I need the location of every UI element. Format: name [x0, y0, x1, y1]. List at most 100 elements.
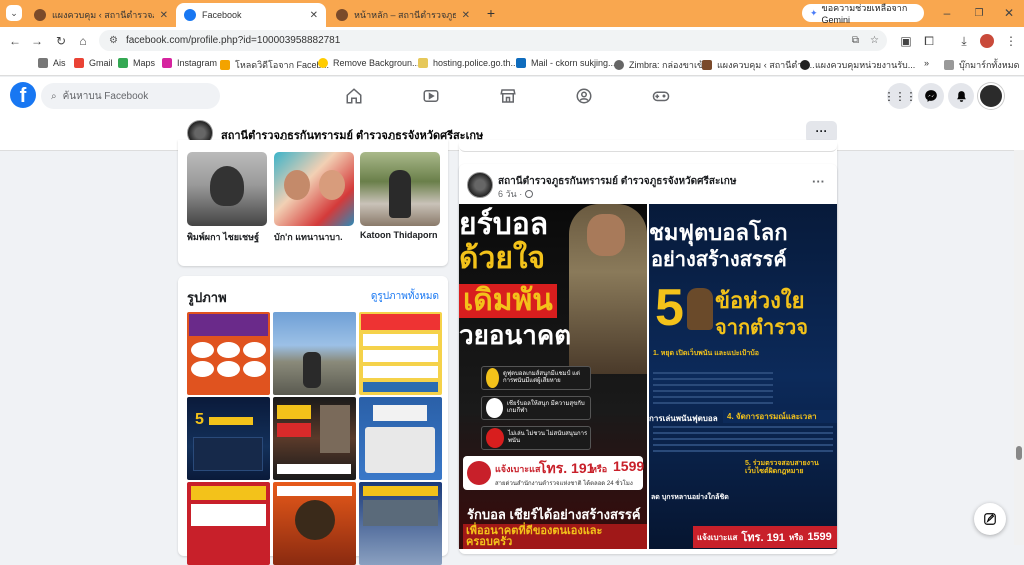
- poster-right-number: 5: [655, 279, 684, 337]
- friend-name[interactable]: บัก'ก แทนานาบา.: [274, 230, 354, 244]
- bookmark-control-panel[interactable]: แผงควบคุม ‹ สถานีตำร...: [702, 58, 815, 72]
- bookmark-remove-bg[interactable]: Remove Backgroun...: [318, 58, 420, 68]
- police-mascot-icon: [687, 288, 713, 330]
- post-image-right[interactable]: ชมฟุตบอลโลก อย่างสร้างสรรค์ 5 ข้อห่วงใย …: [649, 204, 837, 549]
- bookmark-gmail[interactable]: Gmail: [74, 58, 113, 68]
- tab-title: แผงควบคุม ‹ สถานีตำรวจภูธรกันทรารมย์: [52, 10, 154, 20]
- close-icon[interactable]: ✕: [310, 10, 318, 21]
- post-more-icon[interactable]: ···: [812, 174, 825, 189]
- gemini-button[interactable]: ✦ ขอความช่วยเหลือจาก Gemini: [802, 3, 924, 25]
- friend-item[interactable]: พิมพ์ผกา ไชยเชษฐ์: [187, 152, 267, 244]
- bookmark-instagram[interactable]: Instagram: [162, 58, 217, 68]
- bookmark-label: โหลดวิดีโอจาก Faceb...: [235, 60, 330, 70]
- photo-thumbnail[interactable]: [273, 397, 356, 480]
- home-nav-icon[interactable]: [343, 85, 365, 107]
- menu-kebab-icon[interactable]: ⋮: [1002, 32, 1020, 50]
- poster-right-item-5: ลด บุกรหลานอย่างใกล้ชิด: [651, 494, 729, 501]
- restore-icon[interactable]: ❐: [970, 4, 988, 22]
- all-bookmarks-button[interactable]: บุ๊กมาร์กทั้งหมด: [944, 58, 1019, 72]
- globe-icon: [525, 190, 534, 198]
- bookmark-label: Maps: [133, 58, 156, 68]
- account-avatar[interactable]: [978, 83, 1004, 109]
- groups-nav-icon[interactable]: [573, 85, 595, 107]
- browser-tab-1[interactable]: แผงควบคุม ‹ สถานีตำรวจภูธรกันทรารมย์ ✕: [26, 3, 176, 27]
- friend-item[interactable]: บัก'ก แทนานาบา.: [274, 152, 354, 244]
- poster-right-headline-1: ชมฟุตบอลโลก: [649, 220, 788, 245]
- friend-photo[interactable]: [187, 152, 267, 226]
- friend-name[interactable]: Katoon Thidaporn: [360, 230, 440, 240]
- photo-thumbnail[interactable]: [273, 482, 356, 565]
- photo-thumbnail[interactable]: [273, 312, 356, 395]
- home-icon[interactable]: ⌂: [74, 32, 92, 50]
- facebook-search-input[interactable]: ⌕ ค้นหาบน Facebook: [41, 83, 220, 109]
- bookmark-video-downloader[interactable]: โหลดวิดีโอจาก Faceb...: [220, 58, 329, 72]
- post-author-avatar[interactable]: [467, 172, 493, 198]
- messenger-icon[interactable]: [918, 83, 944, 109]
- poster-headline-1: ยร์บอล: [459, 208, 549, 241]
- address-bar[interactable]: ⚙ facebook.com/profile.php?id=1000039588…: [99, 30, 887, 51]
- post-card: สถานีตำรวจภูธรกันทรารมย์ ตำรวจภูธรจังหวั…: [459, 164, 837, 554]
- site-info-icon[interactable]: ⚙: [109, 35, 118, 46]
- post-author-name[interactable]: สถานีตำรวจภูธรกันทรารมย์ ตำรวจภูธรจังหวั…: [498, 174, 736, 189]
- photo-thumbnail[interactable]: [359, 312, 442, 395]
- maps-icon: [118, 58, 128, 68]
- back-arrow-icon[interactable]: ←: [6, 32, 24, 50]
- poster-bullet-2: เชียร์บอลให้สนุก มีความสุขกับเกมกีฬา: [481, 396, 591, 420]
- bookmark-ais[interactable]: Ais: [38, 58, 66, 68]
- marketplace-nav-icon[interactable]: [497, 85, 519, 107]
- friend-photo[interactable]: [274, 152, 354, 226]
- new-message-button[interactable]: [974, 503, 1006, 535]
- video-nav-icon[interactable]: [420, 85, 442, 107]
- window-close-icon[interactable]: ✕: [1000, 4, 1018, 22]
- download-icon[interactable]: ⤓: [955, 32, 973, 50]
- bookmark-maps[interactable]: Maps: [118, 58, 155, 68]
- friend-name[interactable]: พิมพ์ผกา ไชยเชษฐ์: [187, 230, 267, 244]
- photo-thumbnail[interactable]: [187, 312, 270, 395]
- photo-thumbnail[interactable]: [359, 482, 442, 565]
- bookmark-hosting[interactable]: hosting.police.go.th...: [418, 58, 518, 68]
- bookmarks-overflow-button[interactable]: »: [924, 58, 929, 68]
- bookmark-control-panel-2[interactable]: แผงควบคุมหน่วยงานรับ...: [800, 58, 915, 72]
- poster-bullet-text: ดูฟุตบอลเกมส์สนุกมีแชมป์ แต่การพนันมีแต่…: [502, 370, 580, 384]
- poster-headline-3: เดิมพัน: [459, 284, 557, 318]
- post-timestamp[interactable]: 6 วัน ·: [498, 187, 534, 201]
- tab-search-chevron-icon[interactable]: ⌄: [6, 5, 22, 21]
- photo-thumbnail[interactable]: 5: [187, 397, 270, 480]
- bookmark-mail[interactable]: Mail - ckorn sukjing...: [516, 58, 616, 68]
- bookmark-zimbra[interactable]: Zimbra: กล่องขาเข้า: [614, 58, 708, 72]
- scrollbar-thumb[interactable]: [1016, 446, 1022, 460]
- post-image-left[interactable]: ยร์บอล ด้วยใจ เดิมพัน วยอนาคต ดูฟุตบอลเก…: [459, 204, 647, 549]
- browser-tab-3[interactable]: หน้าหลัก – สถานีตำรวจภูธรกันทรารมย์ ✕: [328, 3, 478, 27]
- friend-item[interactable]: Katoon Thidaporn: [360, 152, 440, 240]
- bookmark-star-icon[interactable]: ☆: [870, 35, 879, 46]
- poster-bullet-1: ดูฟุตบอลเกมส์สนุกมีแชมป์ แต่การพนันมีแต่…: [481, 366, 591, 390]
- install-app-icon[interactable]: ⧉: [852, 35, 859, 46]
- browser-tab-2[interactable]: Facebook ✕: [176, 3, 326, 27]
- bookmark-label: Gmail: [89, 58, 113, 68]
- photo-thumbnail[interactable]: [359, 397, 442, 480]
- bookmark-label: Zimbra: กล่องขาเข้า: [629, 60, 709, 70]
- tab-group-icon[interactable]: ▣: [897, 32, 915, 50]
- page-scrollbar[interactable]: [1014, 150, 1024, 545]
- poster-bullet-text: ไม่เล่น ไม่ชวน ไม่สนับสนุนการพนัน: [507, 430, 588, 444]
- friend-photo[interactable]: [360, 152, 440, 226]
- gaming-nav-icon[interactable]: [650, 85, 672, 107]
- gmail-icon: [74, 58, 84, 68]
- profile-avatar-icon[interactable]: [978, 32, 996, 50]
- poster-bullet-3: ไม่เล่น ไม่ชวน ไม่สนับสนุนการพนัน: [481, 426, 591, 450]
- photo-thumbnail[interactable]: [187, 482, 270, 565]
- facebook-logo-icon[interactable]: f: [10, 82, 36, 108]
- forward-arrow-icon[interactable]: →: [28, 32, 46, 50]
- menu-grid-icon[interactable]: ⋮⋮⋮: [884, 83, 917, 109]
- hosting-icon: [418, 58, 428, 68]
- reload-icon[interactable]: ↻: [52, 32, 70, 50]
- extensions-puzzle-icon[interactable]: ⧠: [920, 32, 938, 50]
- see-all-photos-link[interactable]: ดูรูปภาพทั้งหมด: [371, 289, 439, 304]
- people-icon: [486, 398, 503, 418]
- close-icon[interactable]: ✕: [462, 10, 470, 21]
- hotline-prefix: แจ้งเบาะแส: [697, 532, 738, 542]
- minimize-icon[interactable]: –: [938, 4, 956, 22]
- notifications-bell-icon[interactable]: [948, 83, 974, 109]
- close-icon[interactable]: ✕: [160, 10, 168, 21]
- new-tab-plus-icon[interactable]: +: [482, 4, 500, 22]
